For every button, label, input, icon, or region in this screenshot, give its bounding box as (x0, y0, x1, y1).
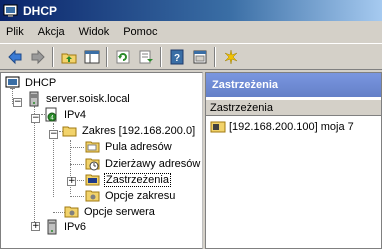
tree-line (70, 164, 84, 165)
forward-button[interactable] (26, 46, 49, 68)
tree-node-address-pool[interactable]: Pula adresów (85, 139, 173, 155)
collapse-server-toggle[interactable]: − (13, 98, 22, 107)
tree-label: Opcje zakresu (105, 190, 176, 202)
dhcp-console-icon (5, 76, 20, 89)
tree-label: Zakres [192.168.200.0] (82, 125, 196, 137)
show-hide-tree-icon (84, 50, 99, 63)
reservations-icon (85, 174, 100, 186)
toolbar-separator (52, 46, 54, 67)
toolbar-separator (214, 46, 216, 67)
help-icon: ? (170, 49, 183, 64)
tree-line (77, 180, 84, 181)
tree-node-ipv6[interactable]: IPv6 (44, 219, 87, 235)
refresh-button[interactable] (111, 46, 134, 68)
dhcp-console-icon (3, 3, 19, 19)
tree-label: Zastrzeżenia (104, 173, 171, 187)
tree-label: DHCP (25, 77, 57, 89)
toolbar: ? (0, 43, 382, 70)
ipv4-network-icon: 4 (45, 107, 57, 122)
export-list-button[interactable] (134, 46, 157, 68)
address-pool-icon (85, 141, 100, 153)
list-item[interactable]: [192.168.200.100] moja 7 (210, 119, 354, 135)
server-options-icon (64, 206, 79, 218)
menu-bar: Plik Akcja Widok Pomoc (0, 21, 382, 43)
console-tree[interactable]: − − − + + DHCP server.soisk.local 4 IPv4 (0, 72, 203, 249)
up-folder-icon (61, 53, 76, 63)
tree-label: IPv6 (64, 221, 87, 233)
list-item-label: [192.168.200.100] moja 7 (229, 121, 354, 133)
tree-node-ipv4[interactable]: 4 IPv4 (44, 107, 87, 123)
tree-label: IPv4 (64, 109, 87, 121)
show-hide-tree-button[interactable] (80, 46, 103, 68)
back-button[interactable] (3, 46, 26, 68)
refresh-icon (116, 50, 129, 63)
server-icon (29, 91, 39, 107)
svg-text:?: ? (173, 53, 179, 64)
details-pane: Zastrzeżenia Zastrzeżenia [192.168.200.1… (205, 72, 382, 249)
help-button[interactable]: ? (165, 46, 188, 68)
up-one-level-button[interactable] (57, 46, 80, 68)
collapse-scope-toggle[interactable]: − (49, 130, 58, 139)
menu-pomoc[interactable]: Pomoc (123, 26, 157, 38)
back-arrow-icon (7, 49, 21, 64)
details-title: Zastrzeżenia (206, 73, 381, 97)
tree-node-server[interactable]: server.soisk.local (26, 91, 131, 107)
export-list-icon (139, 50, 153, 63)
menu-akcja[interactable]: Akcja (38, 26, 65, 38)
toolbar-separator (160, 46, 162, 67)
column-header-reservations[interactable]: Zastrzeżenia (206, 99, 381, 116)
tree-line (70, 147, 84, 148)
tree-node-reservations[interactable]: Zastrzeżenia (85, 172, 171, 188)
reservation-entry-icon (210, 121, 226, 133)
menu-plik[interactable]: Plik (6, 26, 24, 38)
folder-open-icon (62, 126, 77, 137)
address-leases-icon (85, 158, 100, 171)
menu-widok[interactable]: Widok (79, 26, 110, 38)
title-bar[interactable]: DHCP (0, 0, 382, 21)
expand-ipv6-toggle[interactable]: + (31, 222, 40, 231)
tree-node-address-leases[interactable]: Dzierżawy adresów (85, 156, 201, 172)
properties-icon (193, 50, 206, 63)
tree-label: server.soisk.local (46, 93, 130, 105)
ipv6-network-icon (47, 219, 57, 235)
tree-line (34, 106, 35, 226)
scope-options-icon (85, 190, 100, 202)
tree-node-dhcp[interactable]: DHCP (5, 75, 57, 91)
properties-button[interactable] (188, 46, 211, 68)
tree-node-scope-options[interactable]: Opcje zakresu (85, 188, 176, 204)
tree-node-server-options[interactable]: Opcje serwera (64, 204, 156, 220)
add-reservation-button[interactable] (219, 46, 242, 68)
toolbar-separator (106, 46, 108, 67)
tree-label: Opcje serwera (84, 206, 155, 218)
tree-node-scope[interactable]: Zakres [192.168.200.0] (62, 123, 196, 139)
collapse-ipv4-toggle[interactable]: − (31, 114, 40, 123)
window-title: DHCP (23, 3, 58, 18)
tree-label: Dzierżawy adresów (105, 158, 201, 170)
forward-arrow-icon (31, 49, 45, 64)
expand-reservations-toggle[interactable]: + (67, 177, 76, 186)
add-reservation-icon (224, 49, 237, 64)
tree-line (70, 196, 84, 197)
tree-label: Pula adresów (105, 141, 172, 153)
